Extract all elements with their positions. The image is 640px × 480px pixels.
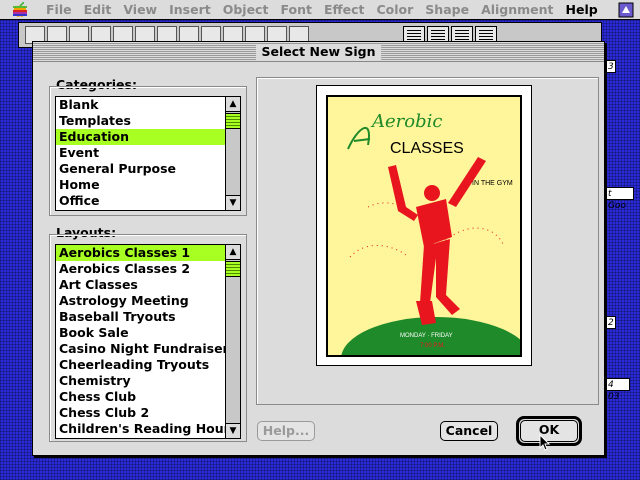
poster-script-text: Aerobic [370, 111, 442, 132]
category-list-item[interactable]: Blank [56, 97, 240, 113]
sign-preview: Aerobic CLASSES IN THE GYM MONDAY · FRID… [316, 85, 532, 366]
layout-list-item[interactable]: Cheerleading Tryouts [56, 357, 240, 373]
poster-headline: CLASSES [390, 140, 464, 157]
layout-list-item[interactable]: Children's Reading Hour [56, 421, 240, 437]
menu-insert[interactable]: Insert [163, 0, 217, 20]
layout-list-item[interactable]: Aerobics Classes 1 [56, 245, 240, 261]
background-scrap-bottom: 4 03 [606, 378, 630, 402]
categories-scroll-thumb[interactable] [226, 113, 240, 129]
category-list-item[interactable]: Event [56, 145, 240, 161]
dialog-title: Select New Sign [255, 44, 382, 60]
menu-effect[interactable]: Effect [318, 0, 371, 20]
poster-footer-line2: 7:00 P.M. [420, 343, 445, 349]
categories-list[interactable]: Blank Templates Education Event General Purp… [55, 96, 241, 211]
category-list-item[interactable]: Home [56, 177, 240, 193]
menu-view[interactable]: View [117, 0, 163, 20]
background-scrap-low: 2 [606, 316, 616, 329]
layouts-scroll-thumb[interactable] [226, 261, 240, 277]
layout-list-item[interactable]: Book Sale [56, 325, 240, 341]
layout-list-item[interactable]: Chess Club [56, 389, 240, 405]
layout-list-item[interactable]: Astrology Meeting [56, 293, 240, 309]
scroll-down-arrow-icon[interactable]: ▼ [226, 423, 240, 438]
apple-icon[interactable] [0, 0, 40, 20]
menu-object[interactable]: Object [217, 0, 275, 20]
layouts-scrollbar[interactable]: ▲ ▼ [225, 245, 240, 438]
poster-subline: IN THE GYM [472, 180, 513, 187]
menu-shape[interactable]: Shape [419, 0, 475, 20]
layout-list-item[interactable]: Art Classes [56, 277, 240, 293]
dialog-title-bar[interactable]: Select New Sign [33, 42, 604, 62]
menu-help[interactable]: Help [560, 0, 604, 20]
layout-list-item[interactable]: Aerobics Classes 2 [56, 261, 240, 277]
application-icon[interactable] [618, 2, 634, 18]
menu-bar: File Edit View Insert Object Font Effect Color S… [0, 0, 640, 20]
mouse-cursor-icon [539, 434, 551, 451]
categories-scrollbar[interactable]: ▲ ▼ [225, 97, 240, 210]
menu-color[interactable]: Color [370, 0, 419, 20]
menu-alignment[interactable]: Alignment [475, 0, 559, 20]
category-list-item[interactable]: Templates [56, 113, 240, 129]
background-scrap-top: 3 [606, 60, 616, 73]
layout-list-item[interactable]: Chemistry [56, 373, 240, 389]
cancel-button[interactable]: Cancel [440, 421, 498, 441]
poster-graphic: Aerobic CLASSES IN THE GYM MONDAY · FRID… [328, 97, 520, 355]
help-button[interactable]: Help... [257, 421, 315, 441]
category-list-item[interactable]: Office [56, 193, 240, 209]
scroll-up-arrow-icon[interactable]: ▲ [226, 97, 240, 112]
layout-list-item[interactable]: Casino Night Fundraiser [56, 341, 240, 357]
scroll-up-arrow-icon[interactable]: ▲ [226, 245, 240, 260]
menu-edit[interactable]: Edit [78, 0, 118, 20]
layout-list-item[interactable]: Baseball Tryouts [56, 309, 240, 325]
category-list-item[interactable]: Education [56, 129, 240, 145]
menu-file[interactable]: File [40, 0, 78, 20]
poster-artwork: Aerobic CLASSES IN THE GYM MONDAY · FRID… [326, 95, 522, 357]
menu-font[interactable]: Font [274, 0, 318, 20]
layout-list-item[interactable]: Chess Club 2 [56, 405, 240, 421]
category-list-item[interactable]: General Purpose [56, 161, 240, 177]
scroll-down-arrow-icon[interactable]: ▼ [226, 195, 240, 210]
poster-footer-line1: MONDAY · FRIDAY [400, 333, 453, 339]
select-new-sign-dialog: Select New Sign Categories: Blank Templat… [32, 41, 605, 456]
layouts-list[interactable]: Aerobics Classes 1 Aerobics Classes 2 Art … [55, 244, 241, 439]
background-scrap-middle: t Goo [606, 187, 634, 211]
